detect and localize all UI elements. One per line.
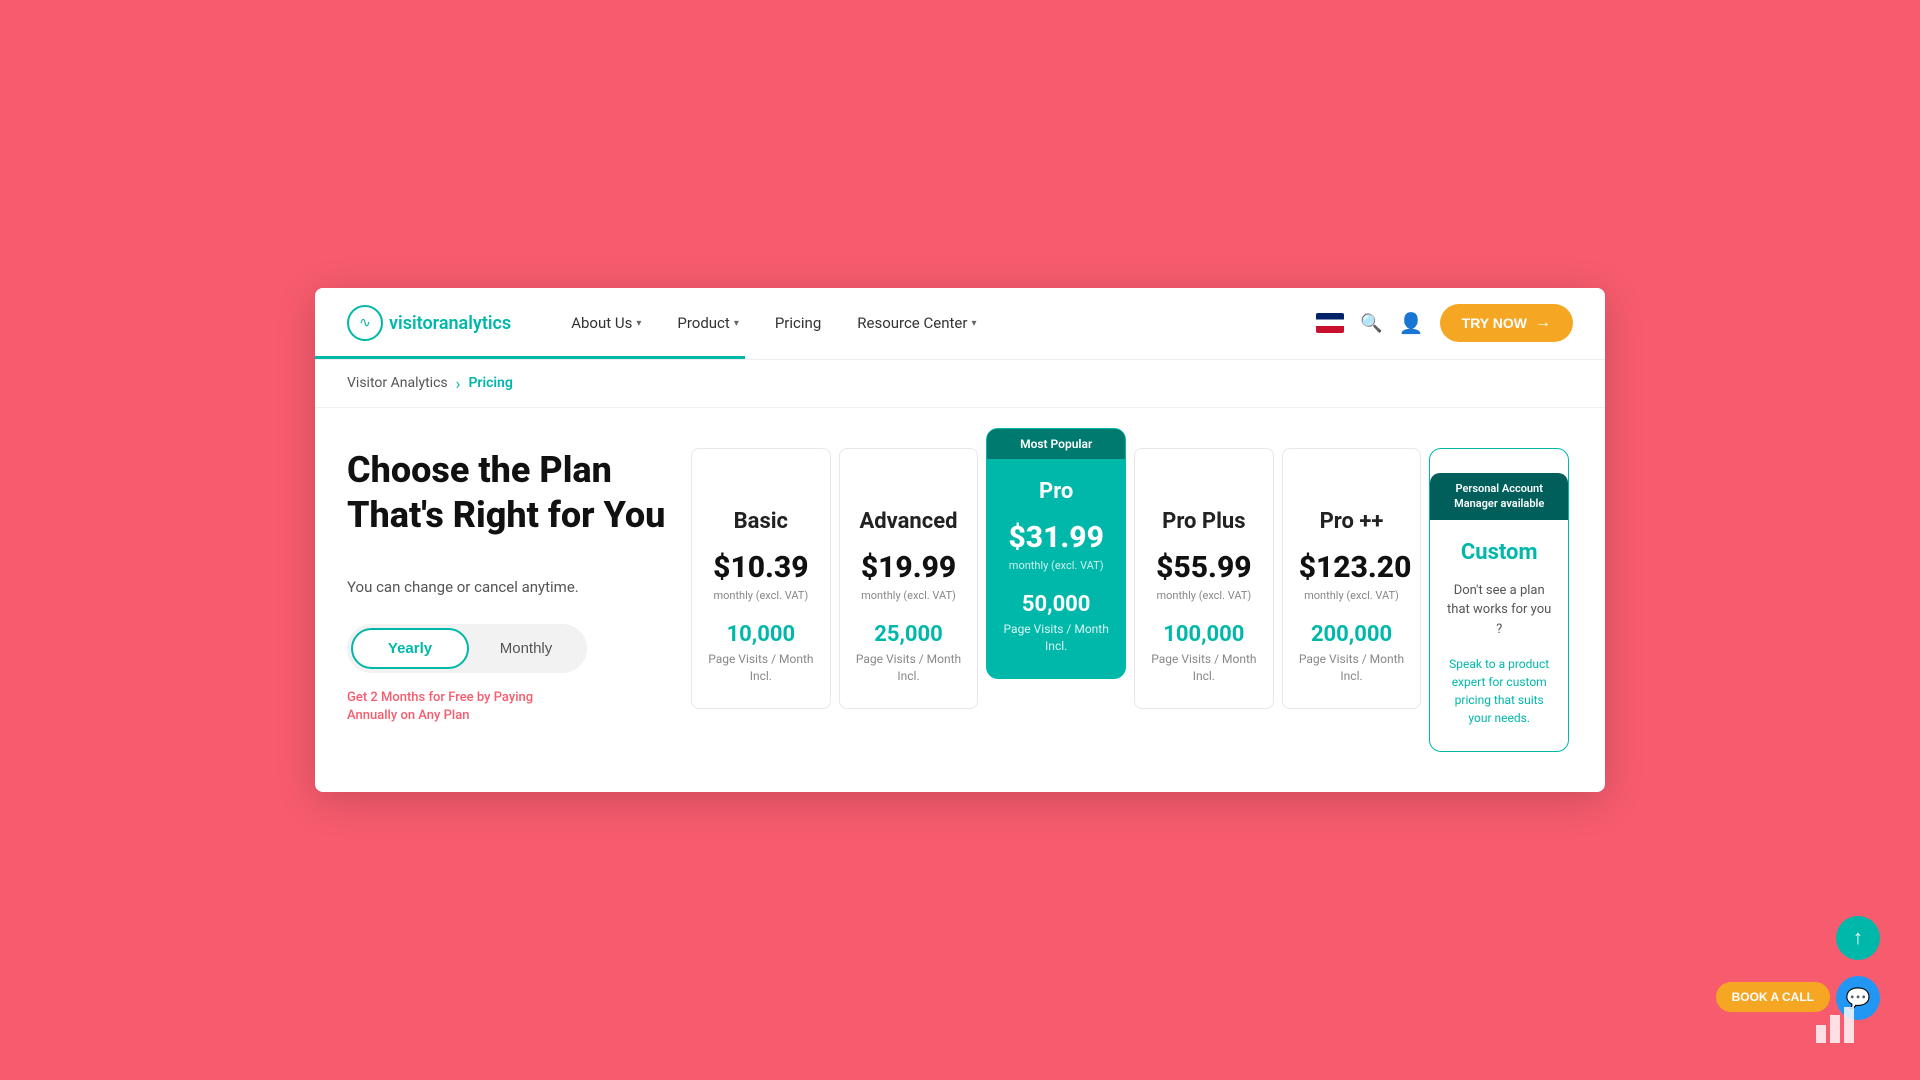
page-title: Choose the Plan That's Right for You xyxy=(347,448,667,538)
logo-name-plain: visitor xyxy=(389,313,439,334)
plan-name-pro-pp: Pro ++ xyxy=(1299,509,1405,534)
plan-card-pro: Most Popular Pro $31.99 monthly (excl. V… xyxy=(986,428,1126,680)
browser-window: ∿ visitoranalytics About Us ▾ Product ▾ … xyxy=(315,288,1605,792)
plan-price-pro-plus: $55.99 xyxy=(1151,550,1257,585)
plan-price-note-advanced: monthly (excl. VAT) xyxy=(856,589,962,602)
main-content: Choose the Plan That's Right for You You… xyxy=(315,408,1605,792)
book-a-call-button[interactable]: BOOK A CALL xyxy=(1716,982,1830,1012)
scroll-up-button[interactable]: ↑ xyxy=(1836,916,1880,960)
arrow-icon: → xyxy=(1535,314,1551,332)
navbar: ∿ visitoranalytics About Us ▾ Product ▾ … xyxy=(315,288,1605,360)
chevron-down-icon: ▾ xyxy=(971,318,976,329)
plan-price-pro-pp: $123.20 xyxy=(1299,550,1405,585)
plan-price-note-basic: monthly (excl. VAT) xyxy=(708,589,814,602)
plan-visits-label-advanced: Page Visits / Month Incl. xyxy=(856,651,962,685)
plan-price-pro: $31.99 xyxy=(1003,520,1109,555)
chart-icon xyxy=(1816,1007,1860,1050)
plan-visits-pro: 50,000 xyxy=(1003,592,1109,617)
monthly-toggle[interactable]: Monthly xyxy=(469,630,583,667)
nav-link-pricing[interactable]: Pricing xyxy=(775,314,821,332)
nav-link-resource-center[interactable]: Resource Center ▾ xyxy=(857,314,976,332)
plan-price-note-pro-plus: monthly (excl. VAT) xyxy=(1151,589,1257,602)
logo-icon: ∿ xyxy=(347,305,383,341)
personal-account-badge: Personal Account Manager available xyxy=(1430,473,1568,520)
plan-price-note-pro: monthly (excl. VAT) xyxy=(1003,559,1109,572)
chevron-down-icon: ▾ xyxy=(636,318,641,329)
nav-links: About Us ▾ Product ▾ Pricing Resource Ce… xyxy=(571,314,1316,332)
flag-icon[interactable] xyxy=(1316,313,1344,333)
plan-visits-advanced: 25,000 xyxy=(856,622,962,647)
plan-name-pro-plus: Pro Plus xyxy=(1151,509,1257,534)
plan-name-basic: Basic xyxy=(708,509,814,534)
breadcrumb-separator: › xyxy=(456,374,461,393)
most-popular-badge: Most Popular xyxy=(987,429,1125,459)
custom-speak: Speak to a product expert for custom pri… xyxy=(1446,655,1552,727)
plan-price-basic: $10.39 xyxy=(708,550,814,585)
plan-price-note-pro-pp: monthly (excl. VAT) xyxy=(1299,589,1405,602)
search-button[interactable]: 🔍 xyxy=(1360,313,1382,334)
nav-link-about-us[interactable]: About Us ▾ xyxy=(571,314,641,332)
promo-text: Get 2 Months for Free by Paying Annually… xyxy=(347,689,567,725)
logo-text: visitoranalytics xyxy=(389,313,511,334)
breadcrumb-current: Pricing xyxy=(468,375,512,391)
plan-visits-pro-pp: 200,000 xyxy=(1299,622,1405,647)
plan-visits-label-pro-plus: Page Visits / Month Incl. xyxy=(1151,651,1257,685)
plan-card-pro-plus: Pro Plus $55.99 monthly (excl. VAT) 100,… xyxy=(1134,448,1274,710)
plan-price-advanced: $19.99 xyxy=(856,550,962,585)
plan-visits-pro-plus: 100,000 xyxy=(1151,622,1257,647)
yearly-toggle[interactable]: Yearly xyxy=(351,628,469,669)
nav-actions: 🔍 👤 TRY NOW → xyxy=(1316,304,1573,342)
plan-visits-basic: 10,000 xyxy=(708,622,814,647)
plan-card-pro-pp: Pro ++ $123.20 monthly (excl. VAT) 200,0… xyxy=(1282,448,1422,710)
chevron-down-icon: ▾ xyxy=(734,318,739,329)
logo-name-accent: analytics xyxy=(439,313,511,334)
custom-desc: Don't see a plan that works for you ? xyxy=(1446,581,1552,640)
plan-name-pro: Pro xyxy=(1003,479,1109,504)
breadcrumb-parent[interactable]: Visitor Analytics xyxy=(347,375,448,391)
left-panel: Choose the Plan That's Right for You You… xyxy=(347,448,667,752)
user-account-button[interactable]: 👤 xyxy=(1399,311,1424,336)
plan-card-custom: Personal Account Manager available Custo… xyxy=(1429,448,1569,752)
logo[interactable]: ∿ visitoranalytics xyxy=(347,305,511,341)
plan-visits-label-basic: Page Visits / Month Incl. xyxy=(708,651,814,685)
breadcrumb: Visitor Analytics › Pricing xyxy=(315,360,1605,408)
nav-link-product[interactable]: Product ▾ xyxy=(677,314,738,332)
plan-card-basic: Basic $10.39 monthly (excl. VAT) 10,000 … xyxy=(691,448,831,710)
plan-visits-label-pro: Page Visits / Month Incl. xyxy=(1003,621,1109,655)
plan-name-custom: Custom xyxy=(1446,540,1552,565)
change-cancel-text: You can change or cancel anytime. xyxy=(347,578,667,596)
plan-visits-label-pro-pp: Page Visits / Month Incl. xyxy=(1299,651,1405,685)
try-now-button[interactable]: TRY NOW → xyxy=(1440,304,1573,342)
billing-toggle: Yearly Monthly xyxy=(347,624,587,673)
plan-card-advanced: Advanced $19.99 monthly (excl. VAT) 25,0… xyxy=(839,448,979,710)
pricing-cards: Basic $10.39 monthly (excl. VAT) 10,000 … xyxy=(687,448,1573,752)
plan-name-advanced: Advanced xyxy=(856,509,962,534)
